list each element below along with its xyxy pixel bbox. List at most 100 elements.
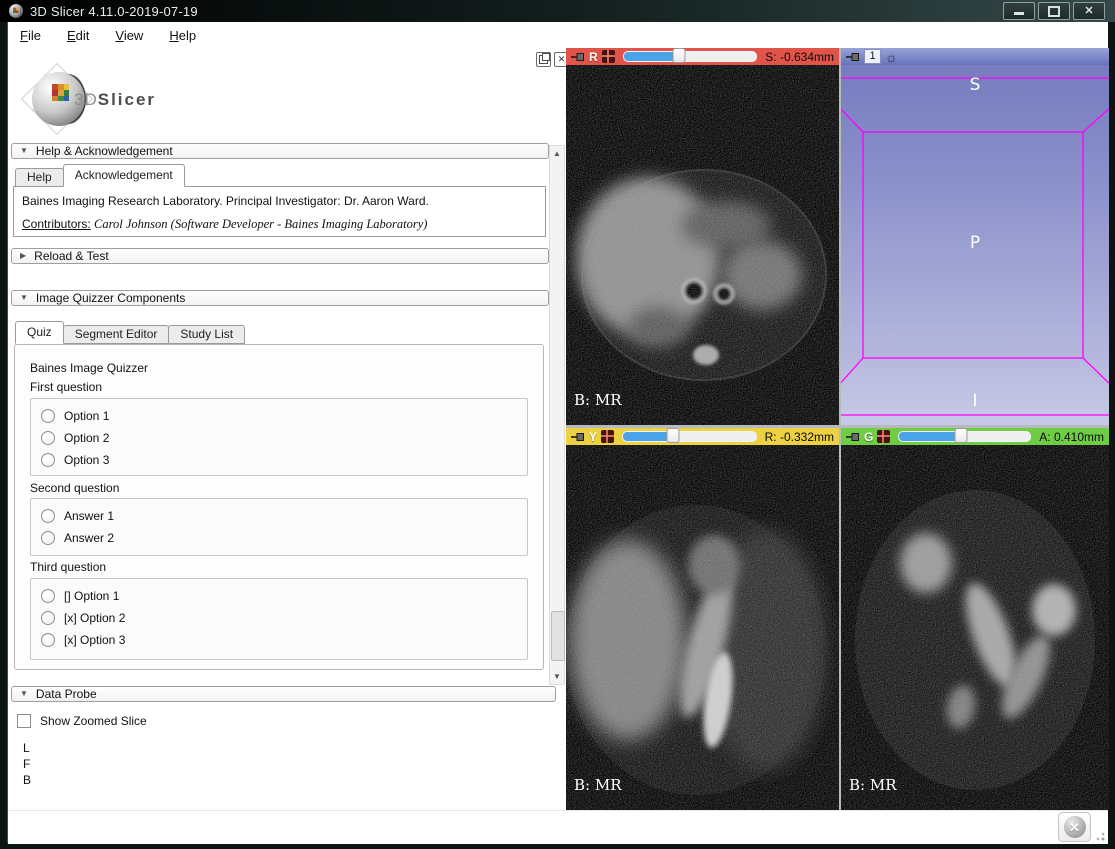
section-help-acknowledgement[interactable]: ▼ Help & Acknowledgement	[11, 143, 549, 159]
quiz-panel: Baines Image Quizzer First question Opti…	[14, 344, 544, 670]
tab-help[interactable]: Help	[15, 168, 64, 187]
minimize-button[interactable]	[1003, 2, 1035, 20]
radio-option[interactable]: Option 1	[41, 405, 527, 427]
menu-edit[interactable]: Edit	[67, 28, 89, 43]
checkbox-icon	[17, 714, 31, 728]
radio-icon	[41, 611, 55, 625]
yellow-slice-controller: Y R: -0.332mm	[566, 428, 839, 445]
axis-label-posterior: P	[841, 233, 1109, 253]
section-image-quizzer[interactable]: ▼ Image Quizzer Components	[11, 290, 549, 306]
slice-visibility-icon[interactable]	[877, 430, 890, 443]
slider-handle[interactable]	[667, 428, 680, 443]
view-label: 1	[864, 49, 881, 64]
tab-acknowledgement[interactable]: Acknowledgement	[63, 164, 185, 187]
pin-icon[interactable]	[846, 52, 860, 62]
radio-icon	[41, 633, 55, 647]
quizzer-tab-bar: Quiz Segment Editor Study List	[15, 322, 244, 344]
radio-option[interactable]: Answer 2	[41, 527, 527, 549]
pin-icon[interactable]	[846, 432, 860, 442]
close-button[interactable]: ✕	[1073, 2, 1105, 20]
axis-label-inferior: I	[841, 391, 1109, 411]
radio-icon	[41, 531, 55, 545]
ack-line1: Baines Imaging Research Laboratory. Prin…	[22, 194, 537, 208]
radio-option[interactable]: Answer 1	[41, 505, 527, 527]
slice-visibility-icon[interactable]	[602, 50, 615, 63]
radio-option[interactable]: [x] Option 3	[41, 629, 527, 651]
radio-icon	[41, 453, 55, 467]
help-tab-bar: Help Acknowledgement	[15, 165, 184, 187]
threed-view-controller: 1 ☼	[841, 48, 1109, 65]
window-title: 3D Slicer 4.11.0-2019-07-19	[30, 4, 1003, 19]
collapse-icon: ▶	[20, 252, 26, 260]
probe-row-l: L	[23, 741, 30, 755]
slider-fill	[624, 52, 680, 61]
view-label: G	[864, 430, 873, 444]
slice-offset-slider[interactable]	[623, 51, 758, 62]
question-3-options: [] Option 1 [x] Option 2 [x] Option 3	[30, 578, 528, 660]
float-panel-button[interactable]	[536, 52, 551, 67]
app-window: 3D Slicer 4.11.0-2019-07-19 ✕ File Edit …	[0, 0, 1115, 849]
resize-grip[interactable]	[1092, 828, 1105, 841]
slice-offset-slider[interactable]	[898, 431, 1031, 442]
menu-help[interactable]: Help	[169, 28, 196, 43]
radio-icon	[41, 589, 55, 603]
scrollbar-thumb[interactable]	[551, 611, 565, 661]
question-label: First question	[30, 380, 102, 394]
pin-icon[interactable]	[571, 52, 585, 62]
maximize-button[interactable]	[1038, 2, 1070, 20]
status-close-button[interactable]: ✕	[1058, 812, 1091, 842]
title-bar[interactable]: 3D Slicer 4.11.0-2019-07-19 ✕	[0, 0, 1115, 22]
collapse-icon: ▼	[20, 294, 28, 302]
radio-icon	[41, 431, 55, 445]
section-reload-test[interactable]: ▶ Reload & Test	[11, 248, 549, 264]
yellow-slice-viewport[interactable]: B: MR	[566, 445, 839, 810]
slicer-logo-text: 3DSlicer	[74, 90, 156, 110]
question-label: Second question	[30, 481, 119, 495]
green-slice-viewport[interactable]: B: MR	[841, 445, 1109, 810]
slice-visibility-icon[interactable]	[601, 430, 614, 443]
radio-icon	[41, 509, 55, 523]
slicer-logo: 3DSlicer	[12, 58, 242, 148]
green-slice-controller: G A: 0.410mm	[841, 428, 1109, 445]
app-icon	[8, 3, 24, 19]
question-label: Third question	[30, 560, 106, 574]
close-icon: ✕	[1084, 6, 1093, 17]
volume-label: B: MR	[574, 776, 622, 794]
pin-icon[interactable]	[571, 432, 585, 442]
spin-view-icon[interactable]: ☼	[885, 50, 898, 64]
probe-row-b: B	[23, 773, 31, 787]
show-zoomed-slice-checkbox[interactable]: Show Zoomed Slice	[17, 714, 147, 728]
menu-bar: File Edit View Help	[8, 22, 1108, 48]
mr-coronal-image	[841, 445, 1109, 810]
radio-option[interactable]: Option 3	[41, 449, 527, 471]
radio-option[interactable]: [x] Option 2	[41, 607, 527, 629]
probe-row-f: F	[23, 757, 30, 771]
tab-quiz[interactable]: Quiz	[15, 321, 64, 344]
radio-option[interactable]: Option 2	[41, 427, 527, 449]
slider-handle[interactable]	[954, 428, 967, 443]
status-bar: ✕	[8, 810, 1108, 844]
slice-offset-slider[interactable]	[622, 431, 757, 442]
tab-study-list[interactable]: Study List	[168, 325, 245, 344]
maximize-icon	[1048, 6, 1060, 17]
float-icon	[539, 55, 548, 64]
volume-label: B: MR	[849, 776, 897, 794]
red-slice-controller: R S: -0.634mm	[566, 48, 839, 65]
panel-scrollbar[interactable]: ▲ ▼	[549, 145, 565, 685]
scroll-up-button[interactable]: ▲	[550, 146, 564, 161]
menu-view[interactable]: View	[115, 28, 143, 43]
view-label: R	[589, 50, 598, 64]
slider-handle[interactable]	[673, 48, 686, 63]
radio-option[interactable]: [] Option 1	[41, 585, 527, 607]
volume-label: B: MR	[574, 391, 622, 409]
tab-segment-editor[interactable]: Segment Editor	[63, 325, 170, 344]
red-slice-viewport[interactable]: B: MR	[566, 65, 839, 425]
slice-offset-value: S: -0.634mm	[765, 50, 834, 64]
view-layout: R S: -0.634mm 1 ☼	[566, 48, 1109, 810]
slider-fill	[623, 432, 673, 441]
threed-viewport[interactable]: S P I	[841, 65, 1109, 425]
menu-file[interactable]: File	[20, 28, 41, 43]
scroll-down-button[interactable]: ▼	[550, 669, 564, 684]
close-circle-icon: ✕	[1064, 816, 1086, 838]
section-data-probe[interactable]: ▼ Data Probe	[11, 686, 556, 702]
